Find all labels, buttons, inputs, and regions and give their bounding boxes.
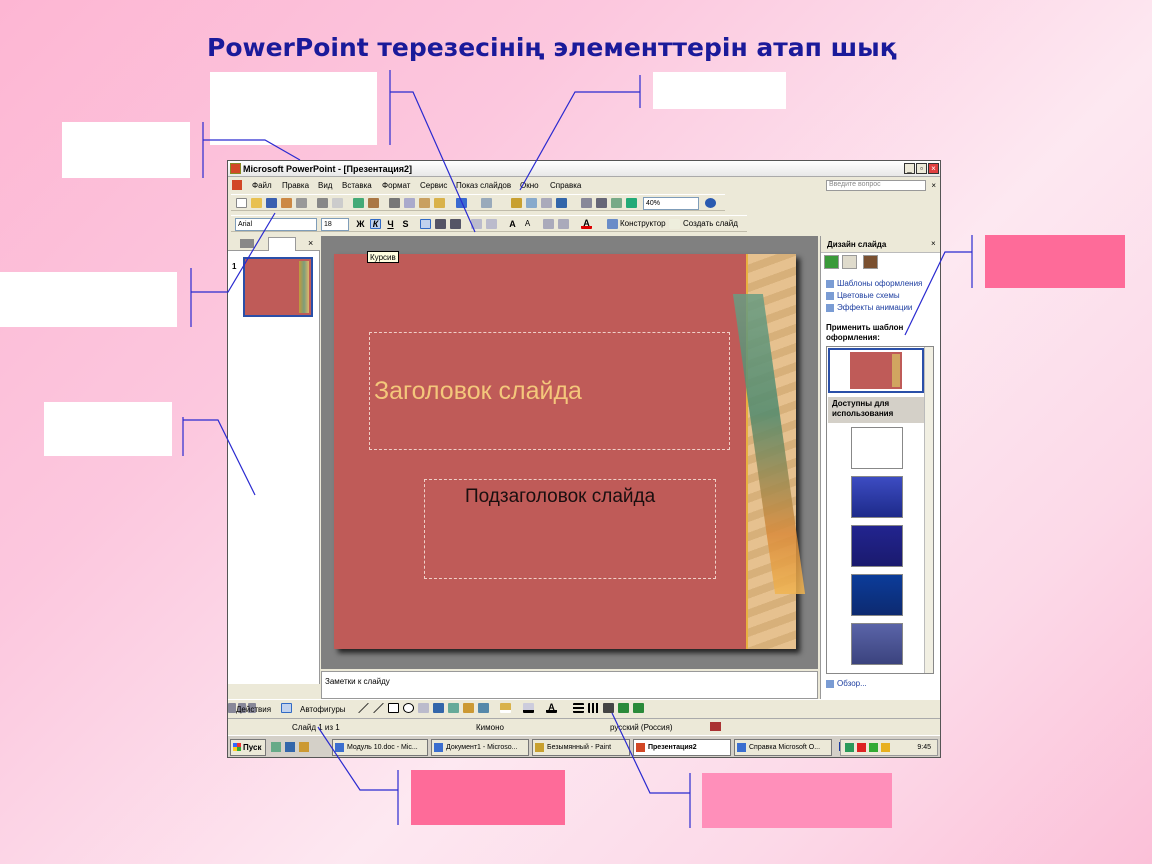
leader-line-title-2 — [390, 91, 476, 233]
leader-line-control-menu-2 — [203, 139, 301, 161]
leader-line-task-pane-2 — [904, 251, 972, 336]
leader-line-status-bar-2 — [317, 726, 398, 791]
leader-line-left-pane-2 — [183, 419, 256, 496]
leader-line-slides-tab-2 — [191, 212, 276, 293]
leader-line-toolbar-2 — [519, 91, 640, 191]
leader-line-drawing-toolbar-2 — [611, 712, 690, 794]
leader-lines — [182, 70, 973, 828]
